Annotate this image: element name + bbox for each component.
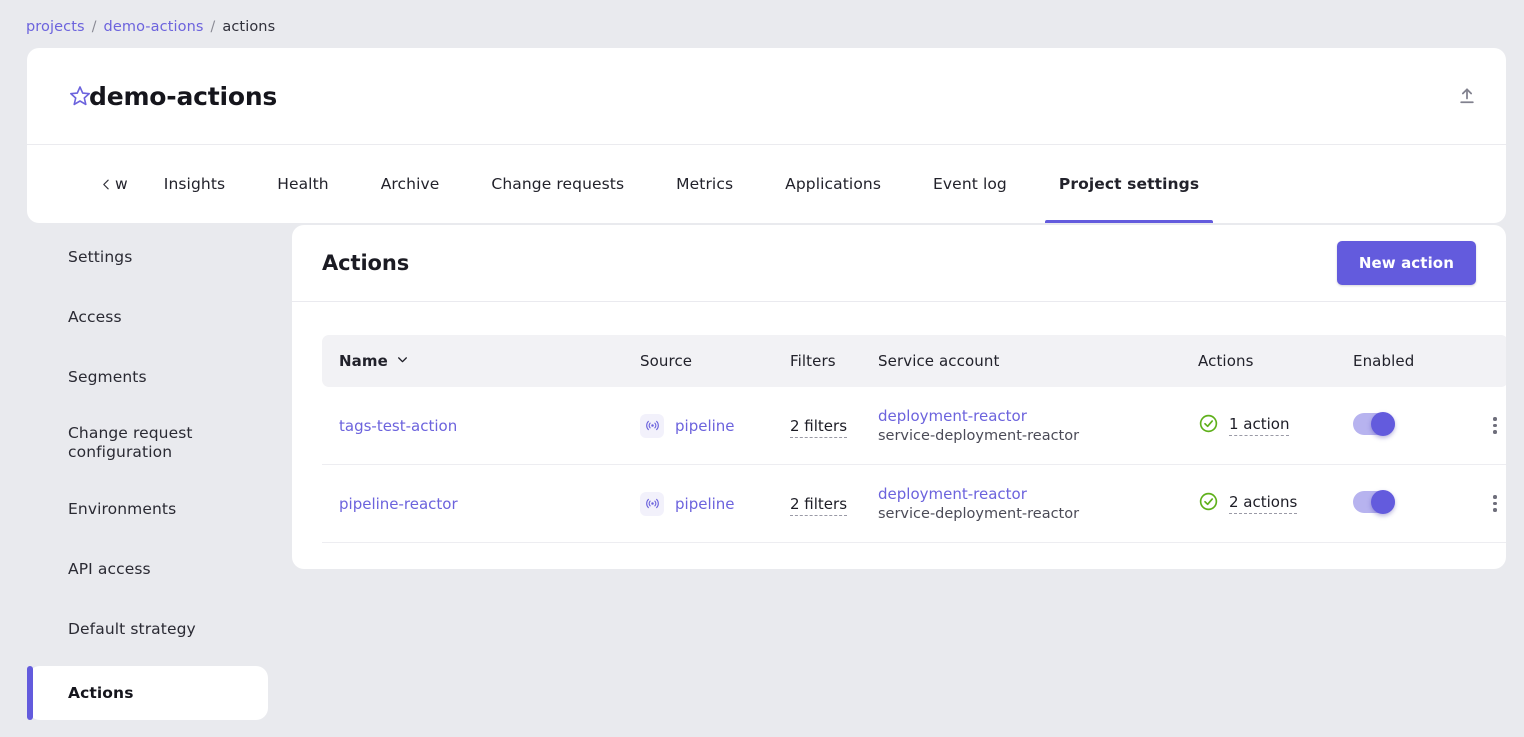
page-title: demo-actions — [89, 82, 277, 111]
action-name-link[interactable]: pipeline-reactor — [339, 495, 458, 513]
column-header-label: Filters — [790, 352, 836, 370]
column-header-filters[interactable]: Filters — [790, 335, 878, 387]
sidebar-item-api-access[interactable]: API access — [0, 546, 292, 592]
broadcast-icon — [640, 414, 664, 438]
sidebar-item-change-request-configuration[interactable]: Change request configuration — [0, 414, 292, 472]
cell-name: pipeline-reactor — [322, 465, 640, 543]
project-header: demo-actions — [27, 48, 1506, 145]
column-header-label: Enabled — [1353, 352, 1414, 370]
column-header-label: Name — [339, 352, 388, 370]
column-header-menu — [1448, 335, 1506, 387]
sidebar-item-label: Segments — [68, 368, 147, 386]
chevron-down-icon — [396, 352, 409, 370]
service-account-username: service-deployment-reactor — [878, 428, 1198, 444]
filters-value[interactable]: 2 filters — [790, 417, 847, 438]
chevron-left-icon[interactable] — [97, 145, 115, 223]
sidebar-item-access[interactable]: Access — [0, 294, 292, 340]
breadcrumb-item-actions: actions — [222, 19, 275, 35]
check-circle-icon — [1198, 491, 1219, 516]
filters-value[interactable]: 2 filters — [790, 495, 847, 516]
new-action-button[interactable]: New action — [1337, 241, 1476, 285]
cell-source: pipeline — [640, 465, 790, 543]
sidebar-item-environments[interactable]: Environments — [0, 486, 292, 532]
cell-filters: 2 filters — [790, 387, 878, 465]
source-link[interactable]: pipeline — [675, 417, 735, 435]
service-account-link[interactable]: deployment-reactor — [878, 407, 1198, 425]
table-row: pipeline-reactor — [322, 465, 1506, 543]
kebab-menu-icon[interactable] — [1482, 413, 1506, 439]
sidebar-item-label: Actions — [68, 684, 134, 702]
column-header-source[interactable]: Source — [640, 335, 790, 387]
sidebar-item-default-strategy[interactable]: Default strategy — [0, 606, 292, 652]
sidebar-item-label: Access — [68, 308, 122, 326]
actions-count-value[interactable]: 1 action — [1229, 415, 1289, 436]
cell-filters: 2 filters — [790, 465, 878, 543]
source-link[interactable]: pipeline — [675, 495, 735, 513]
actions-card-header: Actions New action — [292, 225, 1506, 302]
actions-table: Name Source — [322, 335, 1506, 543]
actions-card: Actions New action Name — [292, 225, 1506, 569]
project-panel: demo-actions w Insights Health Archive C… — [27, 48, 1506, 223]
breadcrumb-separator: / — [92, 19, 97, 35]
cell-row-menu — [1448, 465, 1506, 543]
breadcrumb-item-projects[interactable]: projects — [26, 19, 85, 35]
sidebar-item-label: Default strategy — [68, 620, 196, 638]
cell-enabled — [1353, 465, 1448, 543]
column-header-service-account[interactable]: Service account — [878, 335, 1198, 387]
actions-count-value[interactable]: 2 actions — [1229, 493, 1297, 514]
service-account-link[interactable]: deployment-reactor — [878, 485, 1198, 503]
cell-row-menu — [1448, 387, 1506, 465]
actions-table-wrap: Name Source — [292, 302, 1506, 569]
service-account-username: service-deployment-reactor — [878, 506, 1198, 522]
cell-actions-count: 2 actions — [1198, 465, 1353, 543]
cell-name: tags-test-action — [322, 387, 640, 465]
cell-enabled — [1353, 387, 1448, 465]
column-header-enabled[interactable]: Enabled — [1353, 335, 1448, 387]
column-header-label: Source — [640, 352, 692, 370]
cell-actions-count: 1 action — [1198, 387, 1353, 465]
sidebar-item-label: API access — [68, 560, 151, 578]
broadcast-icon — [640, 492, 664, 516]
table-header-row: Name Source — [322, 335, 1506, 387]
column-header-label: Actions — [1198, 352, 1254, 370]
enabled-toggle[interactable] — [1353, 491, 1395, 513]
sidebar-item-settings[interactable]: Settings — [0, 234, 292, 280]
sidebar-item-actions[interactable]: Actions — [28, 666, 268, 720]
kebab-menu-icon[interactable] — [1482, 491, 1506, 517]
sidebar-item-label: Change request configuration — [68, 424, 268, 462]
star-icon[interactable] — [67, 83, 93, 109]
column-header-name[interactable]: Name — [322, 335, 640, 387]
table-body: tags-test-action — [322, 387, 1506, 543]
breadcrumb-separator: / — [211, 19, 216, 35]
settings-sidebar: Settings Access Segments Change request … — [0, 212, 292, 737]
column-header-actions[interactable]: Actions — [1198, 335, 1353, 387]
cell-service-account: deployment-reactor service-deployment-re… — [878, 387, 1198, 465]
upload-icon[interactable] — [1450, 79, 1484, 113]
cell-service-account: deployment-reactor service-deployment-re… — [878, 465, 1198, 543]
breadcrumb-item-demo-actions[interactable]: demo-actions — [104, 19, 204, 35]
header-actions — [1450, 79, 1484, 113]
sidebar-item-label: Environments — [68, 500, 176, 518]
content-area: Settings Access Segments Change request … — [0, 212, 1524, 737]
table-row: tags-test-action — [322, 387, 1506, 465]
action-name-link[interactable]: tags-test-action — [339, 417, 457, 435]
actions-title: Actions — [322, 251, 409, 275]
enabled-toggle[interactable] — [1353, 413, 1395, 435]
sidebar-item-label: Settings — [68, 248, 132, 266]
column-header-label: Service account — [878, 352, 999, 370]
table-header: Name Source — [322, 335, 1506, 387]
breadcrumb: projects / demo-actions / actions — [26, 17, 275, 37]
sidebar-item-segments[interactable]: Segments — [0, 354, 292, 400]
cell-source: pipeline — [640, 387, 790, 465]
check-circle-icon — [1198, 413, 1219, 438]
